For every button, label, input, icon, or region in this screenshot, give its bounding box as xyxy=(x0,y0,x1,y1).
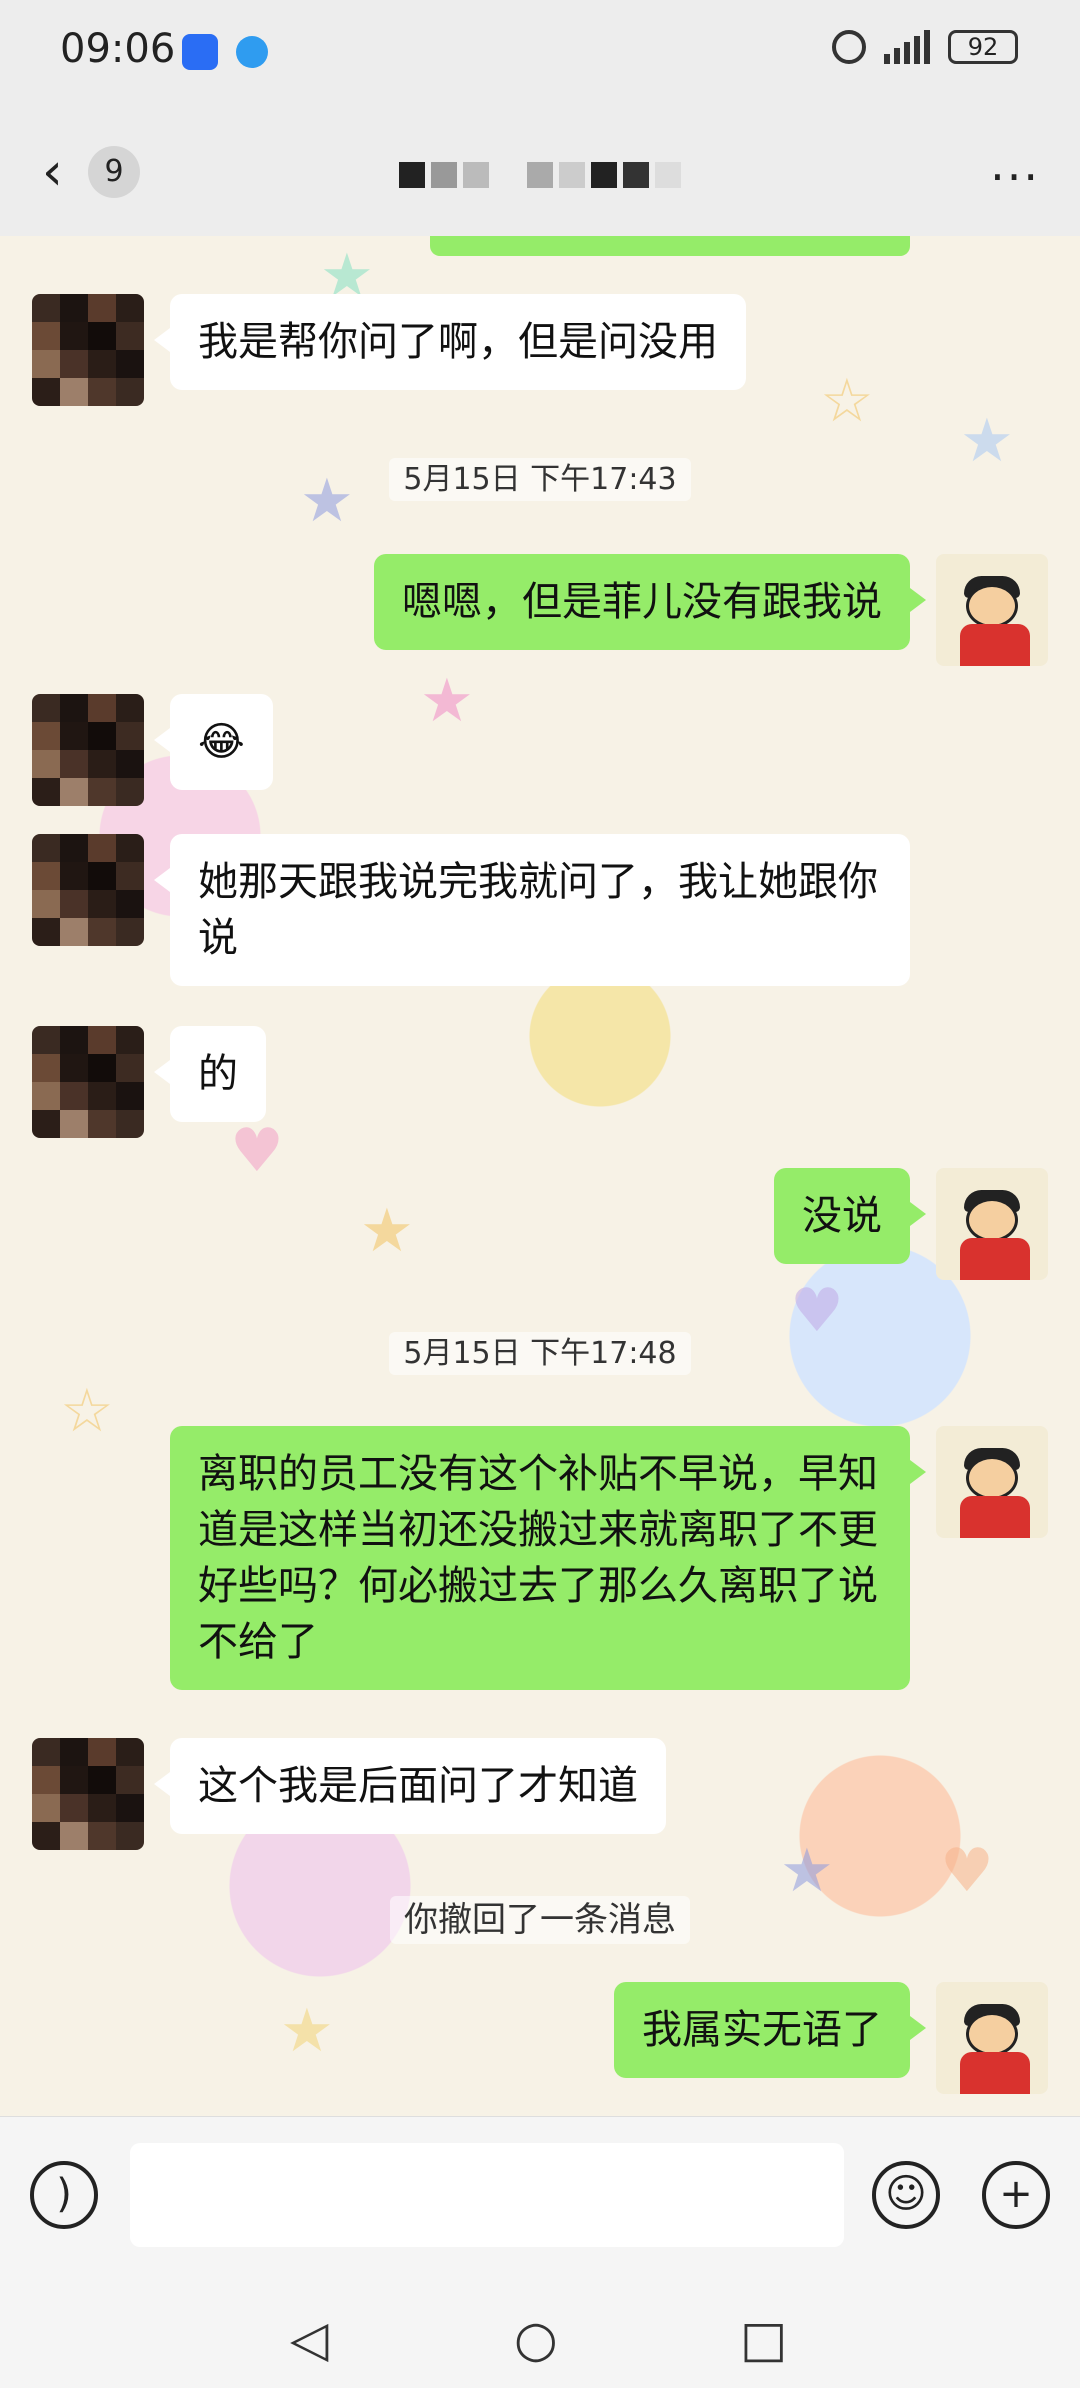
notification-app-icon xyxy=(182,34,218,70)
star-sticker-icon: ☆ xyxy=(60,1376,114,1446)
status-bar: 09:06 92 xyxy=(0,0,1080,110)
message-bubble-incoming[interactable]: 这个我是后面问了才知道 xyxy=(154,1738,666,1834)
message-bubble-outgoing[interactable]: 嗯嗯，但是菲儿没有跟我说 xyxy=(374,554,926,650)
my-avatar[interactable] xyxy=(936,1168,1048,1280)
contact-avatar[interactable] xyxy=(32,1026,144,1138)
system-nav-bar: ◁ ○ □ xyxy=(0,2284,1080,2388)
partial-message-bubble xyxy=(430,236,910,256)
my-avatar[interactable] xyxy=(936,1982,1048,2094)
star-sticker-icon: ★ xyxy=(420,666,474,736)
contact-avatar[interactable] xyxy=(32,294,144,406)
chat-area[interactable]: ★ ☆ ★ ★ ★ ♥ ♥ ★ ☆ ♥ ★ ♥ ★ 我是帮你问了啊，但是问没用 … xyxy=(0,236,1080,2116)
more-options-icon[interactable]: ··· xyxy=(990,150,1040,204)
star-sticker-icon: ★ xyxy=(360,1196,414,1266)
time-stamp-text: 5月15日 下午17:43 xyxy=(389,458,691,501)
alarm-icon xyxy=(832,30,866,64)
signal-icon xyxy=(884,30,930,64)
chat-header: ‹ 9 ··· xyxy=(0,110,1080,237)
heart-sticker-icon: ♥ xyxy=(230,1116,284,1186)
message-bubble-incoming[interactable]: 😂 xyxy=(154,694,273,790)
redacted-name xyxy=(399,162,681,188)
plus-icon[interactable]: + xyxy=(982,2161,1050,2229)
star-sticker-icon: ☆ xyxy=(820,366,874,436)
message-bubble-outgoing[interactable]: 离职的员工没有这个补贴不早说，早知道是这样当初还没搬过来就离职了不更好些吗？何必… xyxy=(170,1426,926,1690)
recall-notice: 你撤回了一条消息 xyxy=(0,1892,1080,1944)
message-bubble-incoming[interactable]: 我是帮你问了啊，但是问没用 xyxy=(154,294,746,390)
chat-title xyxy=(0,150,1080,196)
nav-back-icon[interactable]: ◁ xyxy=(290,2310,328,2368)
my-avatar[interactable] xyxy=(936,1426,1048,1538)
battery-indicator: 92 xyxy=(948,30,1018,64)
message-bubble-incoming[interactable]: 的 xyxy=(154,1026,266,1122)
status-time: 09:06 xyxy=(60,26,176,72)
contact-avatar[interactable] xyxy=(32,1738,144,1850)
nav-home-icon[interactable]: ○ xyxy=(514,2310,558,2368)
my-avatar[interactable] xyxy=(936,554,1048,666)
message-bubble-incoming[interactable]: 她那天跟我说完我就问了，我让她跟你说 xyxy=(154,834,910,986)
recall-notice-text: 你撤回了一条消息 xyxy=(390,1896,690,1944)
contact-avatar[interactable] xyxy=(32,834,144,946)
message-bubble-outgoing[interactable]: 没说 xyxy=(774,1168,926,1264)
star-sticker-icon: ★ xyxy=(280,1996,334,2066)
voice-icon[interactable]: ) xyxy=(30,2161,98,2229)
input-bar: ) ☺ + xyxy=(0,2116,1080,2285)
message-input[interactable] xyxy=(130,2143,844,2247)
contact-avatar[interactable] xyxy=(32,694,144,806)
time-stamp: 5月15日 下午17:43 xyxy=(0,454,1080,501)
notification-app-icon-2 xyxy=(236,36,268,68)
time-stamp-text: 5月15日 下午17:48 xyxy=(389,1332,691,1375)
nav-recent-icon[interactable]: □ xyxy=(740,2310,787,2368)
time-stamp: 5月15日 下午17:48 xyxy=(0,1328,1080,1375)
emoji-icon[interactable]: ☺ xyxy=(872,2161,940,2229)
status-right-group: 92 xyxy=(832,30,1018,64)
message-bubble-outgoing[interactable]: 我属实无语了 xyxy=(614,1982,926,2078)
